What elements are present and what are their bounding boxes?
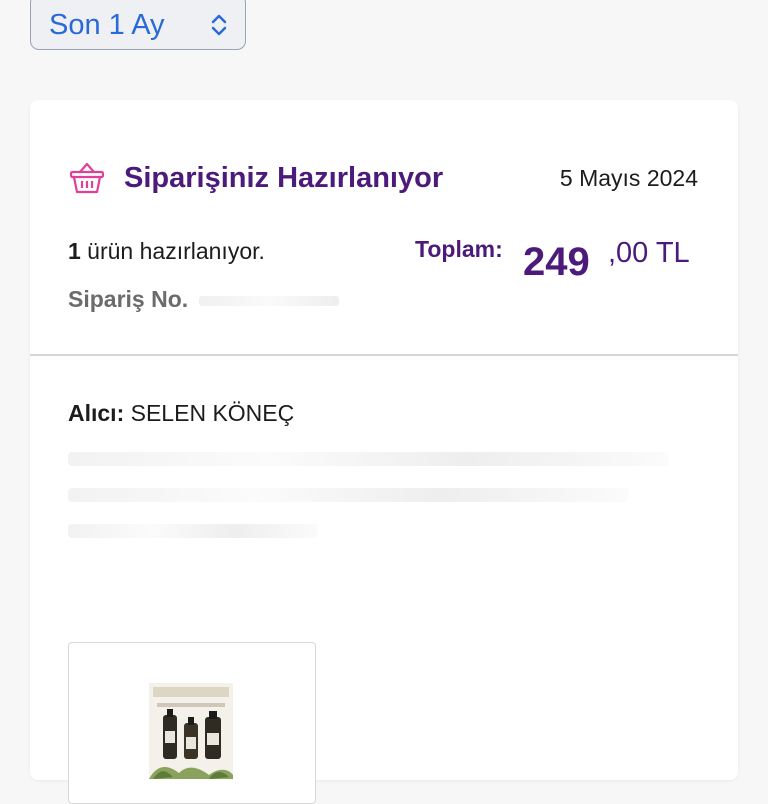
period-filter-select[interactable]: Son 1 Ay: [30, 0, 246, 50]
recipient-name: SELEN KÖNEÇ: [124, 400, 295, 426]
total-label: Toplam:: [415, 236, 503, 262]
card-divider: [30, 354, 738, 356]
order-number-value-redacted: [198, 295, 339, 306]
product-thumbnail-card[interactable]: [68, 642, 316, 804]
order-number: Sipariş No.: [68, 286, 339, 313]
address-line: [68, 488, 628, 502]
item-count-label: ürün hazırlanıyor.: [80, 238, 265, 264]
total-amount-integer: 249: [523, 240, 590, 284]
product-image: [149, 683, 233, 779]
order-header: Siparişiniz Hazırlanıyor 5 Mayıs 2024: [68, 158, 698, 198]
order-number-label: Sipariş No.: [68, 286, 189, 312]
total-amount-decimal: ,00 TL: [608, 237, 690, 269]
order-card[interactable]: Siparişiniz Hazırlanıyor 5 Mayıs 2024 1 …: [30, 100, 738, 804]
address-line: [68, 452, 668, 466]
order-status-title: Siparişiniz Hazırlanıyor: [124, 161, 444, 194]
item-count: 1: [68, 238, 81, 264]
address-line: [68, 524, 318, 538]
order-date: 5 Mayıs 2024: [559, 164, 698, 191]
item-count-text: 1 ürün hazırlanıyor.: [68, 238, 265, 265]
period-filter-label: Son 1 Ay: [49, 8, 165, 41]
chevron-updown-icon: [211, 14, 227, 36]
delivery-address-redacted: [30, 452, 700, 560]
recipient-label: Alıcı:: [68, 400, 125, 426]
basket-icon: [69, 162, 105, 194]
recipient: Alıcı: SELEN KÖNEÇ: [68, 400, 294, 427]
